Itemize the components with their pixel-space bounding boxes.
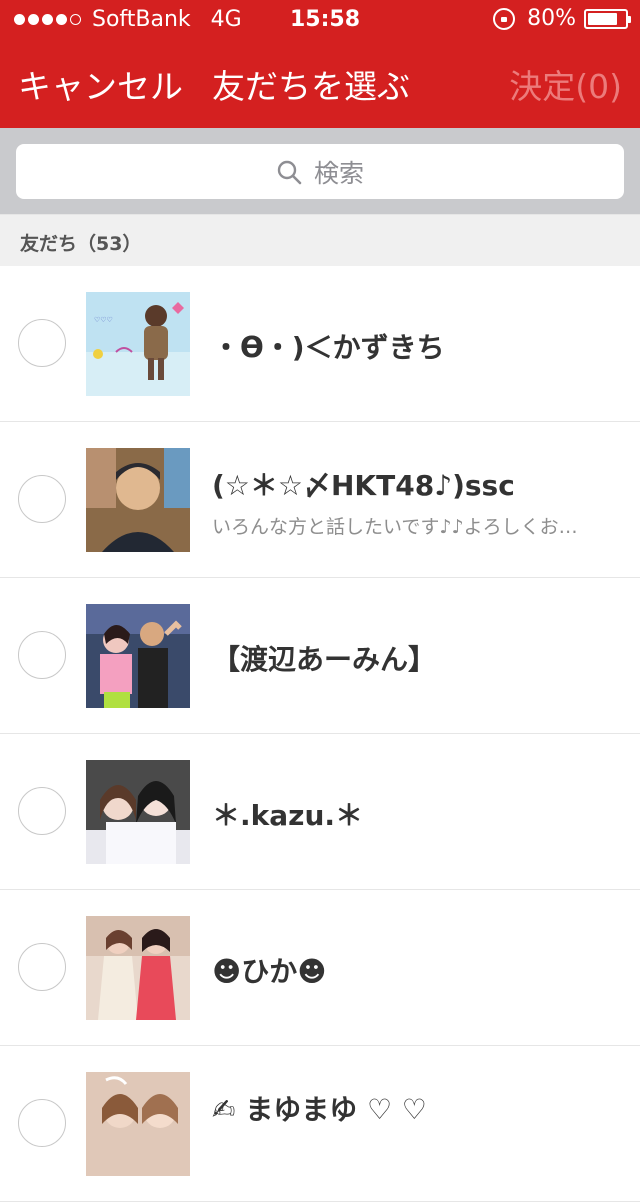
list-item[interactable]: ♡♡♡ ・ϴ・)＜かずきち [0, 266, 640, 422]
list-item[interactable]: 【渡辺あーみん】 [0, 578, 640, 734]
avatar [86, 760, 190, 864]
select-radio[interactable] [18, 631, 66, 679]
friend-name: (☆＊☆〆HKT48♪)ssc [212, 469, 515, 502]
avatar [86, 1072, 190, 1176]
network-type: 4G [210, 7, 242, 32]
signal-strength-icon [14, 14, 84, 25]
confirm-button[interactable]: 決定(0) [509, 60, 622, 108]
cancel-button[interactable]: キャンセル [18, 60, 183, 108]
friend-name: ☻ひか☻ [212, 955, 327, 988]
section-header-friends: 友だち（53） [0, 214, 640, 267]
page-title: 友だちを選ぶ [212, 67, 410, 106]
battery-icon [584, 8, 631, 29]
search-input[interactable]: 検索 [16, 144, 624, 199]
section-label: 友だち（53） [20, 233, 142, 255]
friend-name: 【渡辺あーみん】 [212, 643, 437, 676]
friend-list: ♡♡♡ ・ϴ・)＜かずきち (☆＊☆〆HKT48♪)ssc いろんな方と話したい… [0, 266, 640, 1202]
carrier-name: SoftBank [92, 7, 191, 32]
friend-name: ＊.kazu.＊ [212, 799, 364, 832]
list-item[interactable]: ＊.kazu.＊ [0, 734, 640, 890]
select-radio[interactable] [18, 475, 66, 523]
rotation-lock-icon [493, 7, 516, 30]
list-item[interactable]: (☆＊☆〆HKT48♪)ssc いろんな方と話したいです♪♪よろしくお… [0, 422, 640, 578]
select-radio[interactable] [18, 1099, 66, 1147]
nav-bar: キャンセル 友だちを選ぶ 決定(0) [0, 40, 640, 128]
select-radio[interactable] [18, 787, 66, 835]
friend-name: ✍ まゆまゆ ♡ ♡ [212, 1093, 427, 1126]
search-icon [277, 160, 302, 184]
avatar: ♡♡♡ [86, 292, 190, 396]
battery-percent: 80% [527, 6, 576, 31]
friend-status-message: いろんな方と話したいです♪♪よろしくお… [212, 516, 578, 538]
avatar [86, 604, 190, 708]
friend-name: ・ϴ・)＜かずきち [212, 331, 445, 364]
select-radio[interactable] [18, 943, 66, 991]
clock: 15:58 [290, 7, 361, 32]
search-placeholder: 検索 [313, 158, 364, 188]
avatar [86, 448, 190, 552]
list-item[interactable]: ✍ まゆまゆ ♡ ♡ [0, 1046, 640, 1202]
list-item[interactable]: ☻ひか☻ [0, 890, 640, 1046]
header: SoftBank 4G 15:58 80% キャンセル 友だちを選ぶ 決定(0) [0, 0, 640, 128]
status-bar: SoftBank 4G 15:58 80% [0, 0, 640, 40]
avatar [86, 916, 190, 1020]
svg-text:♡♡♡: ♡♡♡ [94, 316, 113, 324]
select-radio[interactable] [18, 319, 66, 367]
search-bar: 検索 [0, 128, 640, 214]
